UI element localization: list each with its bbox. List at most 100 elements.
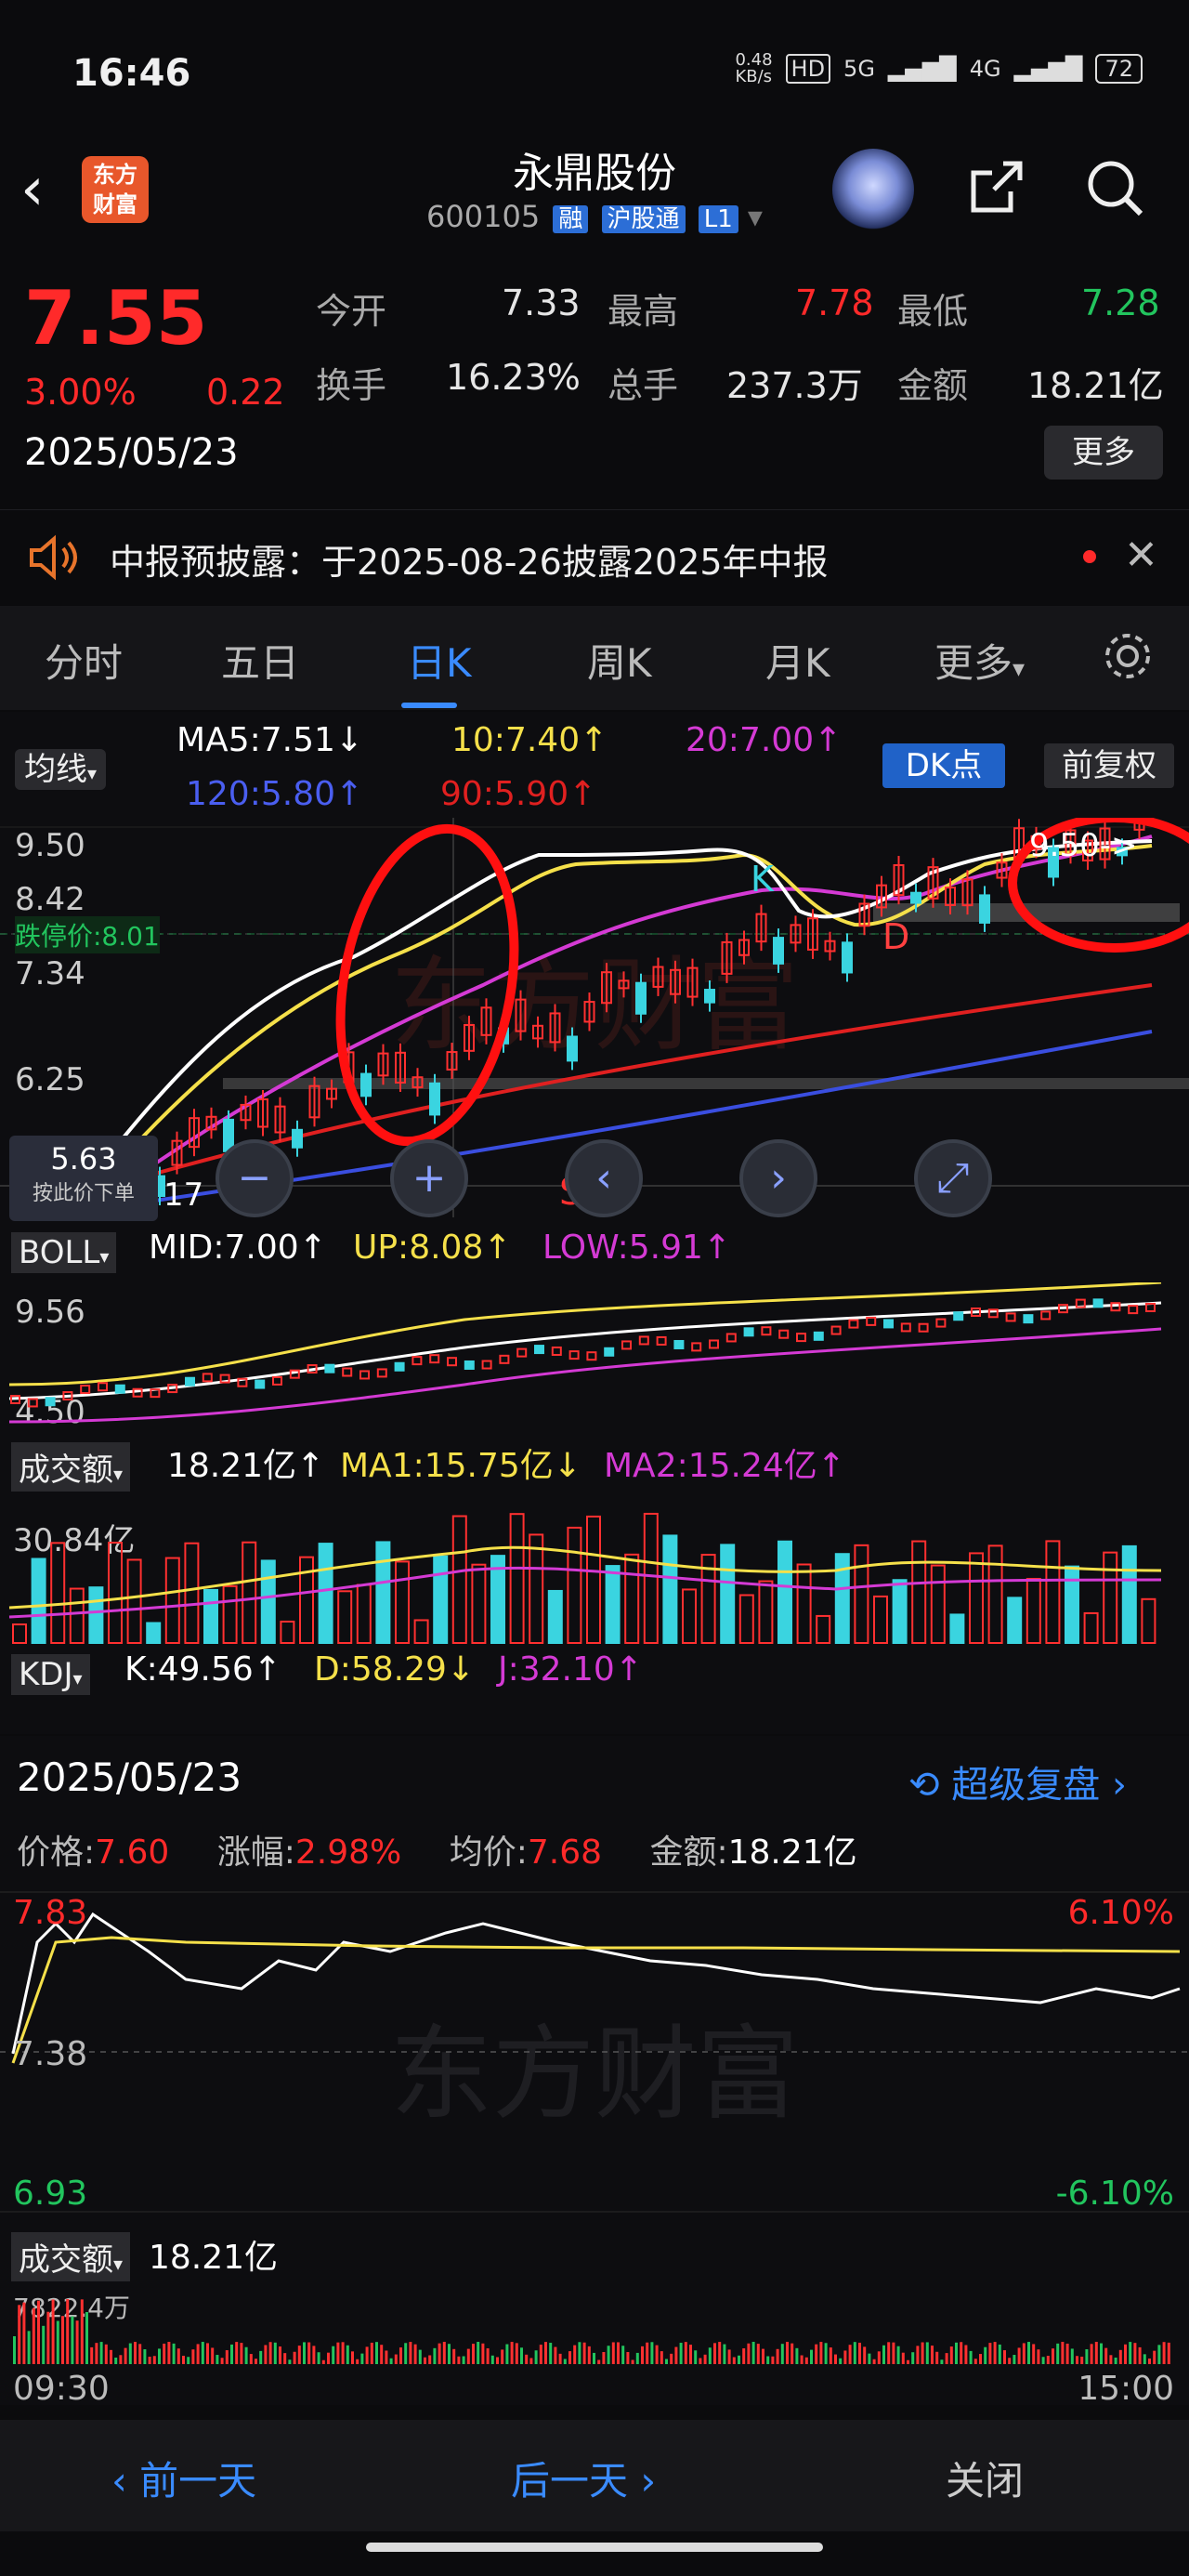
intraday-volume-bar	[578, 2342, 581, 2364]
intraday-volume-bar	[249, 2354, 253, 2364]
share-icon[interactable]	[966, 158, 1026, 217]
arrow-up-icon: ↑	[483, 1229, 512, 1267]
intraday-volume-bar	[969, 2350, 973, 2364]
intraday-volume-bar	[307, 2342, 311, 2364]
intraday-volume-bar	[786, 2342, 789, 2364]
intraday-volume-bar	[255, 2359, 257, 2364]
boll-selector[interactable]: BOLL▾	[11, 1232, 117, 1273]
volume-bar	[222, 1584, 238, 1644]
tab-more[interactable]: 更多▾	[934, 632, 1025, 689]
intraday-volume-bar	[1037, 2349, 1040, 2364]
intraday-volume-bar	[1085, 2348, 1089, 2364]
boll-candle	[743, 1327, 754, 1337]
tab-monthly-k[interactable]: 月K	[765, 632, 830, 689]
more-button[interactable]: 更多	[1044, 426, 1163, 480]
intraday-volume-bar	[457, 2356, 461, 2364]
candle-body	[635, 981, 647, 1015]
intraday-stats: 价格:7.60 涨幅:2.98% 均价:7.68 金额:18.21亿	[17, 1825, 857, 1873]
dk-point-button[interactable]: DK点	[882, 743, 1005, 788]
intraday-volume-bar	[264, 2345, 268, 2364]
intraday-volume-bar	[925, 2342, 929, 2364]
intraday-volume-bar	[804, 2357, 808, 2364]
intraday-volume-bar	[945, 2353, 948, 2364]
intraday-volume-bar	[13, 2336, 16, 2364]
boll-candle	[866, 1316, 877, 1326]
volume-bar	[433, 1555, 449, 1644]
boll-candle	[691, 1342, 702, 1352]
intraday-volume-bar	[312, 2346, 316, 2364]
intraday-volume-selector[interactable]: 成交额▾	[11, 2232, 131, 2281]
kdj-selector[interactable]: KDJ▾	[11, 1654, 90, 1695]
intraday-volume-bar	[684, 2342, 687, 2364]
intraday-volume-bar	[993, 2342, 997, 2364]
intraday-volume-bar	[385, 2350, 388, 2364]
tab-daily-k[interactable]: 日K	[407, 632, 472, 689]
chevron-down-icon[interactable]: ▾	[748, 199, 763, 234]
intraday-volume-bar	[356, 2359, 359, 2364]
boll-candle	[534, 1345, 544, 1355]
volume-bar	[451, 1515, 467, 1644]
intraday-volume-bar	[732, 2357, 736, 2364]
assistant-avatar-icon[interactable]	[832, 149, 914, 230]
close-icon[interactable]: ✕	[1124, 532, 1158, 579]
volume-total: 18.21亿↑	[167, 1439, 324, 1487]
replay-link[interactable]: ⟲ 超级复盘 ›	[908, 1755, 1127, 1808]
volume-bar	[1141, 1597, 1156, 1644]
boll-candle	[45, 1397, 56, 1407]
prev-day-button[interactable]: ‹ 前一天	[111, 2450, 256, 2506]
cursor-price: 5.63	[50, 1141, 117, 1176]
intraday-volume-bar	[187, 2357, 190, 2364]
close-button[interactable]: 关闭	[946, 2450, 1024, 2506]
intraday-volume-bar	[848, 2345, 852, 2364]
intraday-volume-bar	[1056, 2343, 1060, 2364]
settings-gear-icon[interactable]	[1100, 628, 1156, 684]
boll-candle	[324, 1363, 335, 1373]
boll-candle	[586, 1351, 597, 1361]
next-day-button[interactable]: 后一天 ›	[511, 2450, 656, 2506]
tab-five-day[interactable]: 五日	[221, 632, 299, 689]
volume-label: 总手	[608, 365, 679, 406]
zoom-out-icon[interactable]: −	[216, 1139, 294, 1217]
boll-mid: MID:7.00↑	[149, 1229, 327, 1267]
volume-bar	[1121, 1544, 1137, 1644]
replay-link-label: 超级复盘	[951, 1764, 1101, 1807]
cursor-price-box[interactable]: 5.63 按此价下单	[9, 1136, 158, 1221]
home-indicator[interactable]	[366, 2543, 823, 2552]
intraday-volume-bar	[418, 2349, 422, 2364]
volume-bar	[280, 1620, 295, 1644]
intraday-volume-bar	[433, 2347, 437, 2364]
intraday-volume-bar	[762, 2348, 764, 2364]
boll-candle	[848, 1319, 859, 1329]
intraday-volume-bar	[780, 2344, 784, 2364]
ma-selector[interactable]: 均线▾	[15, 743, 107, 790]
volume-selector[interactable]: 成交额▾	[11, 1442, 131, 1492]
intraday-volume-bar	[597, 2359, 601, 2364]
scroll-left-icon[interactable]: ‹	[565, 1139, 643, 1217]
intraday-volume-bar	[960, 2342, 963, 2364]
boll-candle	[499, 1354, 510, 1364]
adjust-mode-button[interactable]: 前复权	[1044, 743, 1174, 788]
volume-bar	[318, 1543, 333, 1645]
search-icon[interactable]	[1083, 156, 1146, 219]
arrow-up-icon: ↑	[814, 721, 843, 759]
high-label: 最高	[608, 291, 679, 332]
fullscreen-icon[interactable]: ⤢	[914, 1139, 992, 1217]
intraday-low-pct: -6.10%	[1055, 2175, 1174, 2213]
intraday-volume-bar	[99, 2342, 103, 2364]
intraday-volume-bar	[283, 2353, 287, 2364]
volume-bars	[12, 1512, 1156, 1645]
intraday-volume-bar	[1100, 2343, 1103, 2364]
intraday-volume-bar	[477, 2342, 480, 2364]
tab-weekly-k[interactable]: 周K	[587, 632, 652, 689]
boll-candle	[185, 1376, 195, 1387]
intraday-volume-bar	[921, 2342, 924, 2364]
intraday-volume-bar	[182, 2356, 185, 2364]
zoom-in-icon[interactable]: +	[390, 1139, 468, 1217]
tab-intraday[interactable]: 分时	[45, 632, 123, 689]
intraday-volume-bar	[635, 2352, 639, 2364]
volume-bar	[146, 1622, 162, 1645]
intraday-chart[interactable]: 东方财富	[0, 1886, 1189, 2221]
intraday-volume-bar	[679, 2343, 683, 2364]
arrow-down-icon: ↓	[553, 1447, 581, 1485]
scroll-right-icon[interactable]: ›	[739, 1139, 817, 1217]
